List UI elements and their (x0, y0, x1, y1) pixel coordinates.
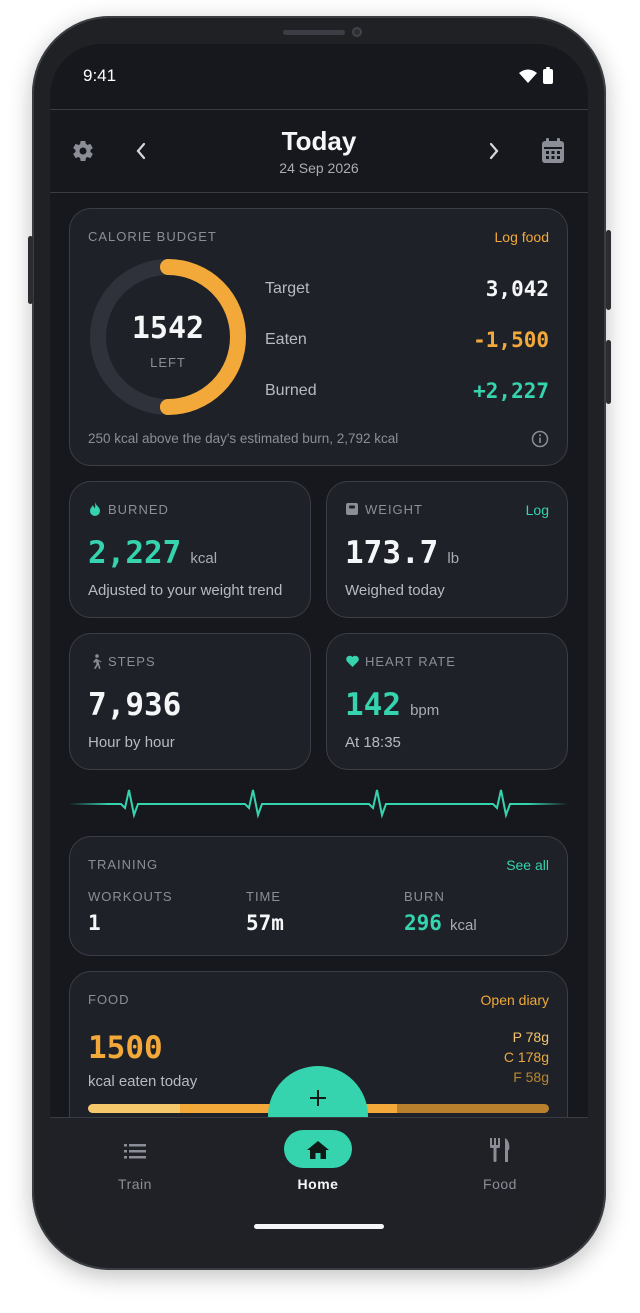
phone-volume-up (606, 230, 611, 310)
weight-card-value-row: 173.7 lb (345, 535, 459, 571)
calories-left-value: 1542 (131, 311, 205, 346)
weight-card[interactable]: WEIGHT Log 173.7 lb Weighed today (326, 481, 568, 618)
phone-camera (352, 27, 362, 37)
flame-icon (90, 502, 100, 516)
open-diary-link[interactable]: Open diary (481, 992, 549, 1008)
calories-left-caption: LEFT (150, 355, 186, 370)
plus-icon (310, 1090, 326, 1106)
wifi-icon (519, 69, 537, 83)
food-label: FOOD (88, 992, 130, 1007)
burned-card-caption: Adjusted to your weight trend (88, 582, 283, 599)
macro-carbs: C 178g (503, 1049, 549, 1065)
heart-icon (346, 655, 359, 667)
home-icon (307, 1141, 329, 1159)
calorie-budget-card: CALORIE BUDGET Log food 1542 LEFT Target… (69, 208, 568, 466)
see-all-training-link[interactable]: See all (506, 857, 549, 873)
burned-card-value-row: 2,227 kcal (88, 535, 217, 571)
home-indicator (254, 1224, 384, 1229)
log-food-link[interactable]: Log food (495, 229, 550, 245)
heartbeat-line-decoration (69, 789, 568, 819)
weight-card-caption: Weighed today (345, 582, 445, 599)
app-screen: 9:41 Today 24 Sep 2026 CALORIE BUDGET Lo… (50, 44, 588, 1242)
heart-rate-value-row: 142 bpm (345, 687, 439, 723)
heart-rate-caption: At 18:35 (345, 734, 401, 751)
burned-card-value: 2,227 (88, 535, 182, 571)
workouts-label: WORKOUTS (88, 889, 173, 904)
walking-icon (93, 654, 102, 669)
burned-value: +2,227 (473, 379, 549, 403)
log-weight-link[interactable]: Log (526, 502, 549, 518)
workouts-value: 1 (88, 911, 101, 935)
heart-rate-card[interactable]: HEART RATE 142 bpm At 18:35 (326, 633, 568, 770)
heart-rate-value: 142 (345, 687, 401, 723)
phone-side-button (28, 236, 33, 304)
food-caption: kcal eaten today (88, 1073, 198, 1090)
burned-card-label: BURNED (108, 502, 169, 517)
time-label: TIME (246, 889, 282, 904)
nav-home-label[interactable]: Home (268, 1176, 368, 1192)
nav-train-label[interactable]: Train (85, 1176, 185, 1192)
info-icon[interactable] (531, 430, 549, 448)
time-value: 57m (246, 911, 284, 935)
burned-label: Burned (265, 382, 317, 399)
steps-card-caption: Hour by hour (88, 734, 175, 751)
steps-card-label: STEPS (108, 654, 156, 669)
macro-protein: P 78g (512, 1029, 549, 1045)
weight-card-unit: lb (447, 550, 460, 567)
eaten-value: -1,500 (473, 328, 549, 352)
calorie-budget-label: CALORIE BUDGET (88, 229, 217, 244)
burn-value-row: 296 kcal (404, 911, 477, 935)
heart-rate-unit: bpm (410, 702, 440, 719)
burn-value: 296 (404, 911, 442, 935)
header-divider-bottom (50, 192, 588, 193)
scale-icon (346, 503, 358, 515)
chevron-right-icon[interactable] (487, 141, 501, 161)
battery-icon (543, 67, 553, 84)
macro-bar-fat (396, 1104, 549, 1113)
burned-card[interactable]: BURNED 2,227 kcal Adjusted to your weigh… (69, 481, 311, 618)
training-card: TRAINING See all WORKOUTS 1 TIME 57m BUR… (69, 836, 568, 956)
burn-unit: kcal (450, 917, 477, 934)
target-label: Target (265, 280, 310, 297)
phone-volume-down (606, 340, 611, 404)
macro-fat: F 58g (513, 1069, 549, 1085)
fork-knife-icon (490, 1138, 510, 1162)
steps-card-value: 7,936 (88, 687, 182, 723)
status-time: 9:41 (83, 66, 117, 85)
calendar-icon[interactable] (541, 138, 565, 164)
eaten-label: Eaten (265, 331, 307, 348)
phone-speaker (283, 30, 345, 35)
weight-card-label: WEIGHT (365, 502, 423, 517)
food-value: 1500 (88, 1030, 163, 1066)
training-label: TRAINING (88, 857, 159, 872)
nav-food-label[interactable]: Food (450, 1176, 550, 1192)
steps-card[interactable]: STEPS 7,936 Hour by hour (69, 633, 311, 770)
weight-card-value: 173.7 (345, 535, 439, 571)
target-value: 3,042 (485, 277, 549, 301)
burned-card-unit: kcal (190, 550, 218, 567)
page-date: 24 Sep 2026 (279, 160, 359, 176)
page-title: Today (281, 126, 357, 156)
calorie-note: 250 kcal above the day's estimated burn,… (88, 431, 399, 446)
burn-label: BURN (404, 889, 445, 904)
list-icon (124, 1144, 146, 1159)
heart-rate-card-label: HEART RATE (365, 654, 456, 669)
macro-bar-protein (88, 1104, 181, 1113)
header-divider-top (50, 109, 588, 110)
